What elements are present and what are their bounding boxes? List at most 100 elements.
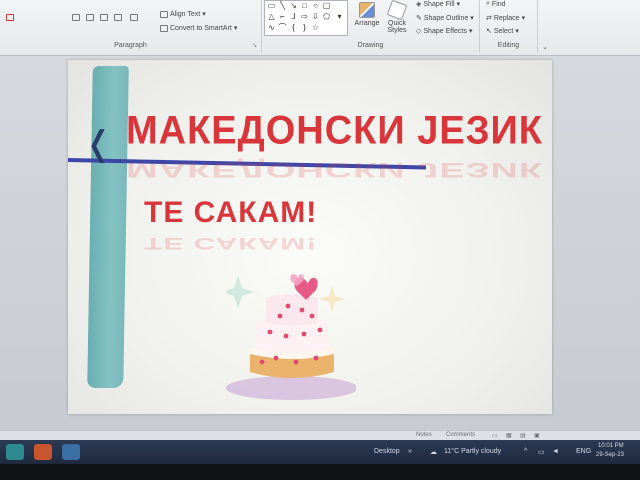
brace-open-shape-icon[interactable]: {: [289, 24, 298, 32]
arrange-button[interactable]: Arrange: [354, 2, 380, 27]
app-icon-window[interactable]: [62, 444, 80, 460]
view-slideshow-icon[interactable]: ▣: [534, 432, 540, 439]
triangle-shape-icon[interactable]: △: [267, 13, 276, 21]
shape-outline-button[interactable]: ✎ Shape Outline ▾: [416, 14, 474, 23]
arrange-label: Arrange: [354, 20, 380, 27]
chevron-down-icon: ▾: [233, 25, 238, 32]
smartart-icon: [160, 24, 168, 32]
monitor-bezel: [0, 464, 640, 480]
shape-outline-label: Shape Outline: [423, 14, 469, 22]
paint-bucket-icon: ◈: [416, 1, 422, 8]
star-shape-icon[interactable]: ☆: [311, 24, 320, 32]
arc-shape-icon[interactable]: ⌒: [278, 24, 287, 32]
chevron-down-icon: ▾: [470, 15, 474, 22]
arrange-icon: [359, 2, 375, 18]
align-center-icon: [86, 14, 94, 21]
convert-smartart-label: Convert to SmartArt: [170, 24, 232, 32]
circle-shape-icon[interactable]: ○: [311, 2, 320, 10]
weather-icon[interactable]: ☁: [430, 448, 437, 456]
editing-group-label: Editing: [497, 42, 520, 49]
effects-icon: ◇: [416, 28, 422, 35]
chevron-down-icon: ▾: [468, 28, 473, 35]
select-label: Select: [493, 27, 514, 35]
align-text-label: Align Text: [170, 10, 201, 18]
desktop-toolbar-label[interactable]: Desktop: [374, 448, 400, 455]
shape-fill-label: Shape Fill: [423, 0, 455, 8]
arrow-shape-icon[interactable]: ↘: [289, 2, 298, 10]
weather-widget[interactable]: 11°C Partly cloudy: [444, 448, 501, 455]
clock-date[interactable]: 29-Sep-23: [596, 452, 624, 458]
align-right-button[interactable]: [100, 14, 108, 21]
slide-canvas[interactable]: ❬ МАКЕДОНСКИ ЈЕЗИК МАКЕДОНСКИ ЈЕЗИК ТЕ С…: [68, 60, 552, 414]
align-right-icon: [100, 14, 108, 21]
shape-fill-button[interactable]: ◈ Shape Fill ▾: [416, 0, 461, 9]
curve-shape-icon[interactable]: ∿: [267, 24, 276, 32]
line-shape-icon[interactable]: ╲: [278, 2, 287, 10]
search-icon: ⌕: [486, 0, 490, 7]
columns-icon: [130, 14, 138, 21]
status-bar: Notes Comments ▭ ▦ ▤ ▣: [0, 430, 640, 440]
collapse-ribbon-icon[interactable]: ⌄: [542, 43, 548, 51]
view-sorter-icon[interactable]: ▦: [506, 432, 512, 439]
square-shape-icon[interactable]: □: [300, 2, 309, 10]
cake-illustration[interactable]: [226, 266, 356, 406]
shape-effects-button[interactable]: ◇ Shape Effects ▾: [416, 27, 473, 36]
replace-icon: ⇄: [486, 15, 492, 22]
align-center-button[interactable]: [86, 14, 94, 21]
down-arrow-shape-icon[interactable]: ⇩: [311, 13, 320, 21]
paragraph-group-label: Paragraph: [114, 42, 147, 49]
columns-button[interactable]: [130, 14, 138, 21]
select-button[interactable]: ↖ Select ▾: [486, 27, 519, 36]
rounded-rect-shape-icon[interactable]: ▢: [322, 2, 331, 10]
chevron-down-icon: ▾: [515, 28, 519, 35]
convert-smartart-button[interactable]: Convert to SmartArt ▾: [160, 24, 237, 32]
cursor-icon: ↖: [486, 28, 492, 35]
font-color-icon: [6, 14, 14, 21]
pentagon-shape-icon[interactable]: ⬠: [322, 13, 331, 21]
more-shapes-icon[interactable]: ▾: [335, 13, 344, 21]
view-reading-icon[interactable]: ▤: [520, 432, 526, 439]
rectangle-shape-icon[interactable]: ▭: [267, 2, 276, 10]
dialog-launcher-icon[interactable]: ↘: [252, 42, 257, 49]
app-icon-teal[interactable]: [6, 444, 24, 460]
align-left-button[interactable]: [72, 14, 80, 21]
pen-icon: ✎: [416, 15, 422, 22]
justify-button[interactable]: [114, 14, 122, 21]
brace-close-shape-icon[interactable]: }: [300, 24, 309, 32]
volume-icon[interactable]: ◄: [552, 448, 559, 455]
network-icon[interactable]: ▭: [538, 448, 545, 456]
font-color-button[interactable]: [6, 14, 14, 21]
chevron-down-icon: ▾: [456, 1, 461, 8]
align-text-icon: [160, 10, 168, 18]
ribbon: Align Text ▾ Convert to SmartArt ▾ Parag…: [0, 0, 640, 56]
slide-title[interactable]: МАКЕДОНСКИ ЈЕЗИК: [126, 109, 543, 154]
clock-time[interactable]: 10:01 PM: [598, 443, 624, 449]
tray-chevron-up-icon[interactable]: ^: [524, 448, 527, 455]
drawing-group-label: Drawing: [357, 42, 384, 49]
cake-shadow: [226, 376, 356, 400]
align-text-button[interactable]: Align Text ▾: [160, 10, 206, 18]
chevron-icon[interactable]: »: [408, 448, 412, 455]
shape-effects-label: Shape Effects: [423, 27, 467, 35]
quick-styles-icon: [386, 0, 408, 21]
language-indicator[interactable]: ENG: [576, 448, 591, 455]
notes-button[interactable]: Notes: [416, 432, 432, 438]
align-left-icon: [72, 14, 80, 21]
find-button[interactable]: ⌕ Find: [486, 0, 506, 8]
slide-subtitle-reflection: ТЕ САКАМ!: [144, 234, 318, 253]
replace-button[interactable]: ⇄ Replace ▾: [486, 14, 525, 23]
cake-tier-top: [266, 294, 318, 326]
slide-title-reflection: МАКЕДОНСКИ ЈЕЗИК: [126, 158, 544, 182]
right-arrow-shape-icon[interactable]: ⇨: [300, 13, 309, 21]
comments-button[interactable]: Comments: [446, 432, 475, 438]
connector-shape-icon[interactable]: ⌐: [278, 13, 287, 21]
teal-brush-stroke: [87, 66, 129, 388]
quick-styles-button[interactable]: Quick Styles: [384, 0, 410, 34]
app-icon-orange[interactable]: [34, 444, 52, 460]
slide-subtitle[interactable]: ТЕ САКАМ!: [144, 196, 317, 230]
shapes-gallery[interactable]: ▭ ╲ ↘ □ ○ ▢ △ ⌐ ⅃ ⇨ ⇩ ⬠ ∿ ⌒ { } ☆ ▾: [264, 0, 348, 36]
bracket-decoration: ❬: [84, 124, 113, 164]
view-normal-icon[interactable]: ▭: [492, 432, 498, 439]
slide-workspace: ❬ МАКЕДОНСКИ ЈЕЗИК МАКЕДОНСКИ ЈЕЗИК ТЕ С…: [0, 56, 640, 440]
elbow-shape-icon[interactable]: ⅃: [289, 13, 298, 21]
